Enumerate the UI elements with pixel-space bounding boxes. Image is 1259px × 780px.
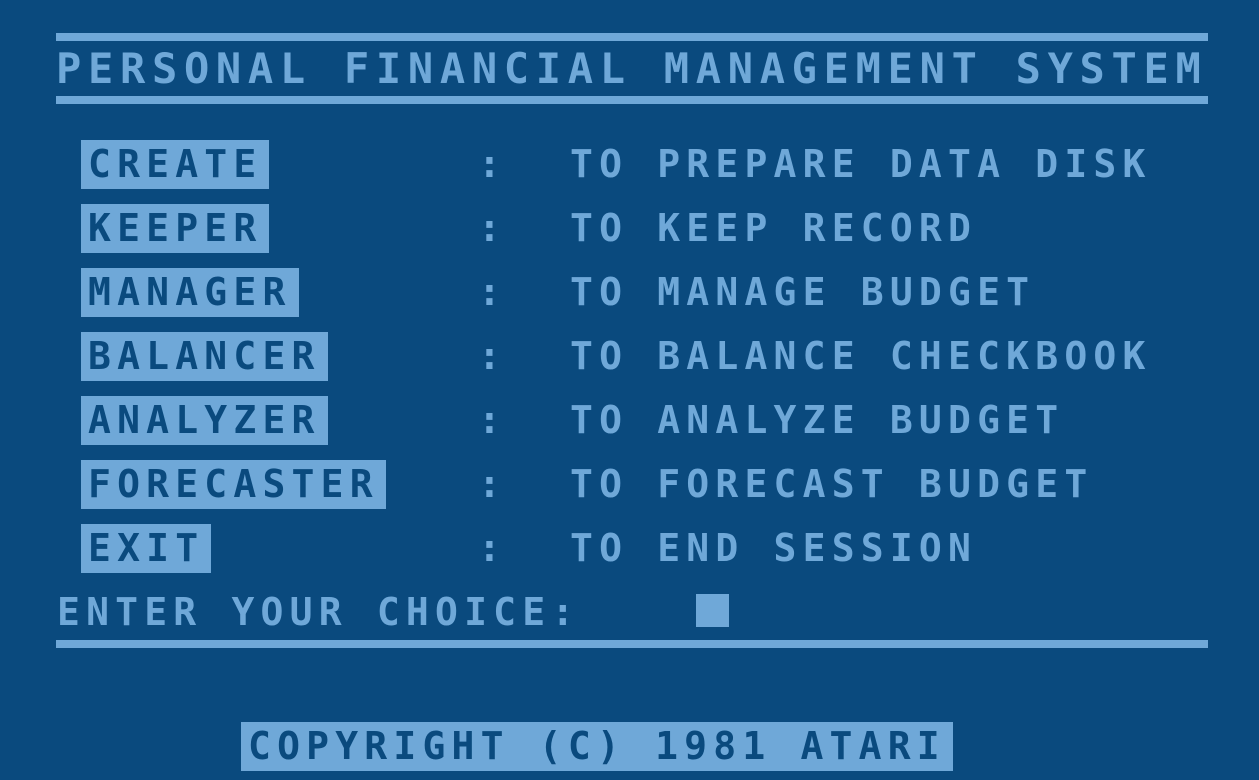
menu-description: TO MANAGE BUDGET (570, 270, 1036, 314)
main-menu: CREATE : TO PREPARE DATA DISK KEEPER : T… (0, 140, 1259, 588)
menu-description: TO END SESSION (570, 526, 978, 570)
menu-separator: : (478, 526, 501, 570)
menu-separator: : (478, 206, 501, 250)
title-rule-top (56, 33, 1208, 41)
menu-separator: : (478, 398, 501, 442)
menu-key-forecaster[interactable]: FORECASTER (81, 460, 386, 509)
menu-item-balancer[interactable]: BALANCER : TO BALANCE CHECKBOOK (0, 332, 1259, 396)
menu-separator: : (478, 270, 501, 314)
menu-item-exit[interactable]: EXIT : TO END SESSION (0, 524, 1259, 588)
title-rule-bottom (56, 96, 1208, 104)
menu-key-balancer[interactable]: BALANCER (81, 332, 328, 381)
menu-item-keeper[interactable]: KEEPER : TO KEEP RECORD (0, 204, 1259, 268)
menu-key-manager[interactable]: MANAGER (81, 268, 299, 317)
page-title: PERSONAL FINANCIAL MANAGEMENT SYSTEM (56, 44, 1208, 93)
menu-item-forecaster[interactable]: FORECASTER : TO FORECAST BUDGET (0, 460, 1259, 524)
menu-description: TO BALANCE CHECKBOOK (570, 334, 1152, 378)
menu-key-keeper[interactable]: KEEPER (81, 204, 270, 253)
menu-description: TO KEEP RECORD (570, 206, 978, 250)
menu-key-create[interactable]: CREATE (81, 140, 270, 189)
menu-item-create[interactable]: CREATE : TO PREPARE DATA DISK (0, 140, 1259, 204)
menu-description: TO PREPARE DATA DISK (570, 142, 1152, 186)
menu-separator: : (478, 462, 501, 506)
text-cursor[interactable] (696, 594, 729, 627)
atari-terminal-screen: PERSONAL FINANCIAL MANAGEMENT SYSTEM CRE… (0, 0, 1259, 780)
copyright-notice: COPYRIGHT (C) 1981 ATARI (241, 722, 953, 771)
menu-item-manager[interactable]: MANAGER : TO MANAGE BUDGET (0, 268, 1259, 332)
menu-separator: : (478, 142, 501, 186)
menu-separator: : (478, 334, 501, 378)
choice-prompt-label: ENTER YOUR CHOICE: (57, 590, 581, 634)
menu-description: TO FORECAST BUDGET (570, 462, 1094, 506)
menu-description: TO ANALYZE BUDGET (570, 398, 1065, 442)
menu-item-analyzer[interactable]: ANALYZER : TO ANALYZE BUDGET (0, 396, 1259, 460)
menu-key-analyzer[interactable]: ANALYZER (81, 396, 328, 445)
footer-rule (56, 640, 1208, 648)
menu-key-exit[interactable]: EXIT (81, 524, 212, 573)
